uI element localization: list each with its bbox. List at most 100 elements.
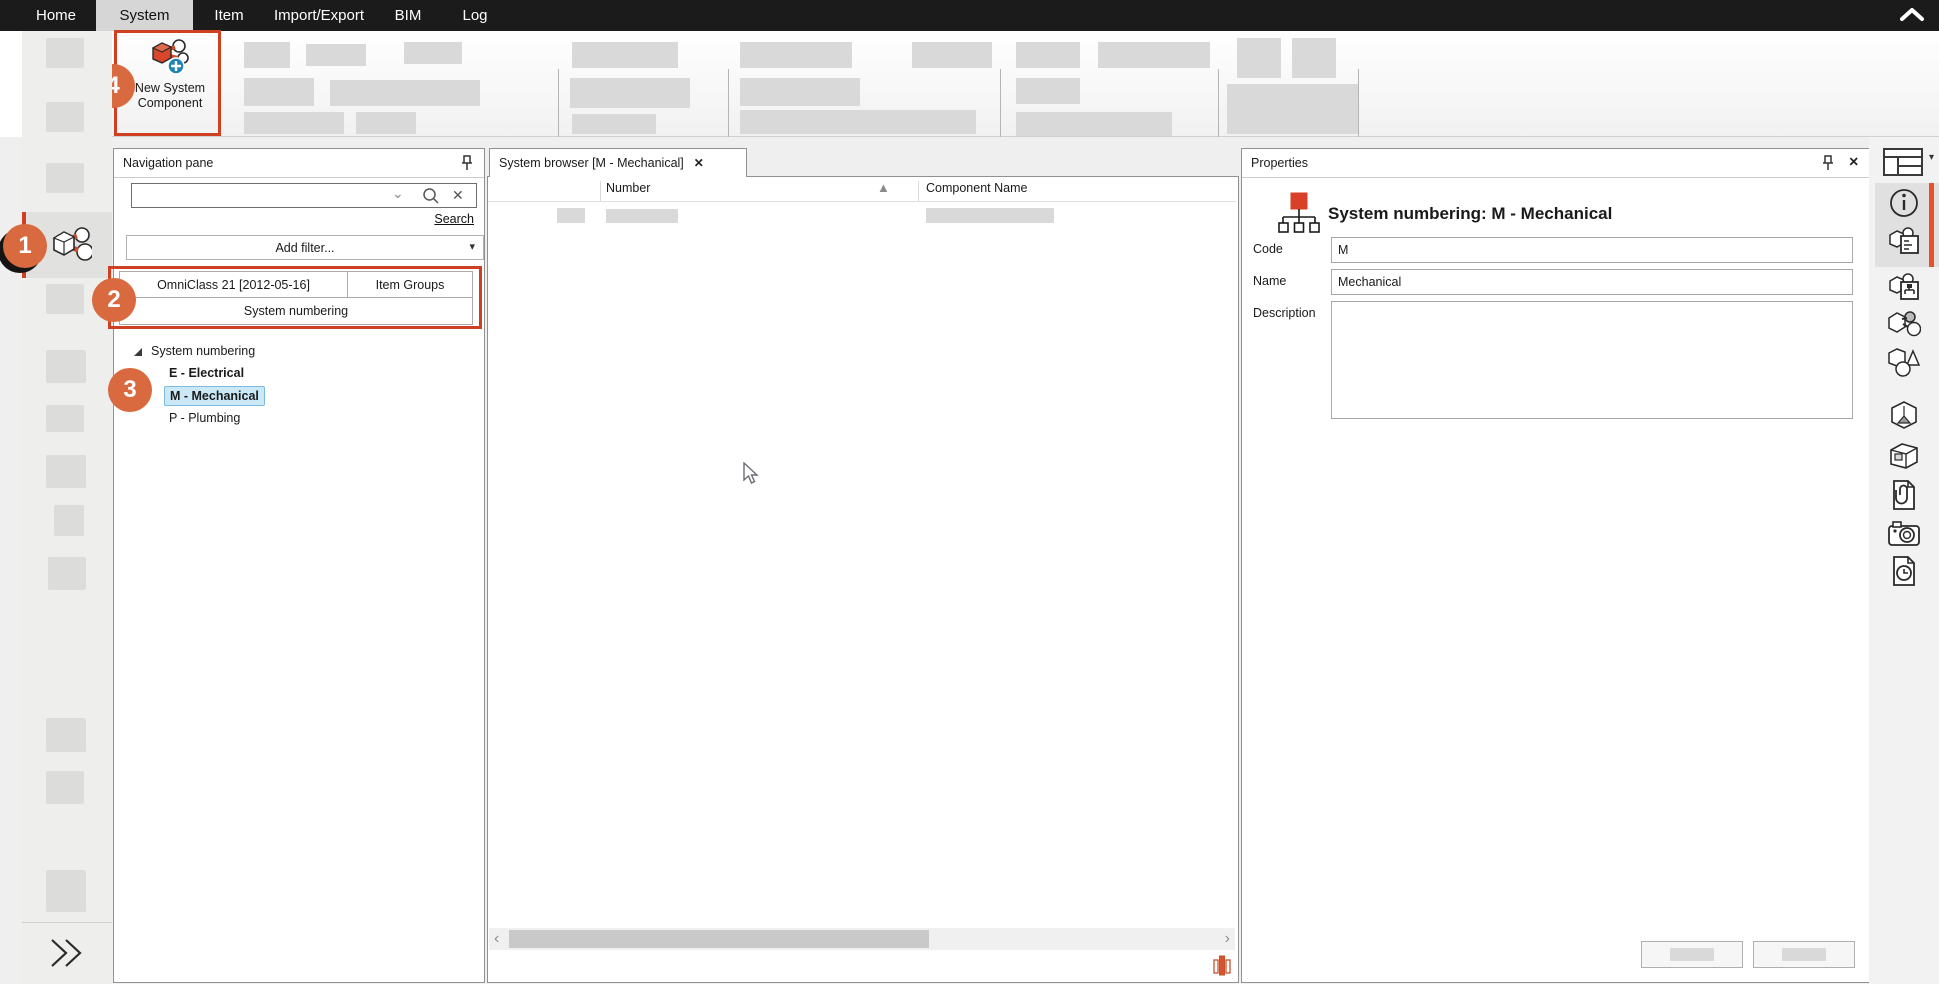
new-system-component-button[interactable]: New System Component xyxy=(120,33,220,133)
package-icon[interactable] xyxy=(1886,440,1922,472)
layout-selector-icon[interactable] xyxy=(1883,148,1923,176)
system-numbering-icon xyxy=(1278,191,1320,237)
tree-expander-icon[interactable] xyxy=(133,347,143,357)
properties-panel: Properties ✕ System numbering: M - Mecha… xyxy=(1241,148,1870,983)
sort-ascending-icon[interactable]: ▲ xyxy=(877,180,890,195)
left-sidebar xyxy=(22,31,112,984)
tree-root-system-numbering[interactable]: System numbering xyxy=(151,344,255,358)
close-panel-icon[interactable]: ✕ xyxy=(1849,154,1859,169)
menu-tab-log[interactable]: Log xyxy=(450,0,500,31)
annotation-tick xyxy=(22,265,26,278)
sidebar-placeholder xyxy=(46,163,84,193)
ribbon-placeholder xyxy=(330,80,480,106)
ribbon-placeholder xyxy=(1227,84,1358,134)
add-filter-label: Add filter... xyxy=(275,241,334,255)
ribbon-placeholder xyxy=(1016,112,1172,136)
sidebar-placeholder xyxy=(46,284,84,314)
column-header-number[interactable]: Number xyxy=(606,181,650,195)
ribbon-placeholder xyxy=(244,112,344,134)
chevron-down-icon[interactable]: ⌄ xyxy=(392,185,404,202)
application-window: Home System Item Import/Export BIM Log xyxy=(0,0,1939,984)
pin-icon[interactable] xyxy=(1821,155,1835,171)
system-browser-tab[interactable]: System browser [M - Mechanical] ✕ xyxy=(489,148,747,177)
description-field[interactable] xyxy=(1331,301,1853,419)
properties-header: Properties ✕ xyxy=(1242,149,1869,178)
scroll-left-icon[interactable]: ‹ xyxy=(494,931,499,947)
sidebar-placeholder xyxy=(46,718,86,752)
history-icon[interactable] xyxy=(1886,555,1922,587)
tree-item-electrical[interactable]: E - Electrical xyxy=(169,366,244,380)
horizontal-scrollbar[interactable]: ‹ › xyxy=(489,928,1235,950)
mouse-cursor xyxy=(742,462,762,486)
navigation-pane-title: Navigation pane xyxy=(123,156,213,170)
collapse-ribbon-icon[interactable] xyxy=(1897,6,1927,24)
snapshot-camera-icon[interactable] xyxy=(1886,517,1922,549)
ribbon-placeholder xyxy=(306,44,366,66)
action-button-placeholder[interactable] xyxy=(1753,941,1855,968)
attachment-icon[interactable] xyxy=(1886,479,1922,511)
clear-search-icon[interactable]: ✕ xyxy=(452,187,464,204)
component-list-icon[interactable] xyxy=(1886,225,1922,257)
ribbon-placeholder xyxy=(1098,42,1210,68)
name-field[interactable] xyxy=(1331,269,1853,295)
sidebar-item-systems-selected[interactable] xyxy=(22,212,112,278)
tree-item-plumbing[interactable]: P - Plumbing xyxy=(169,411,240,425)
ribbon-placeholder xyxy=(404,42,462,64)
info-icon[interactable] xyxy=(1886,187,1922,219)
column-header-component-name[interactable]: Component Name xyxy=(926,181,1027,195)
solid-geometry-icon[interactable] xyxy=(1886,399,1922,431)
system-components-icon[interactable] xyxy=(1886,307,1922,339)
sidebar-divider xyxy=(22,922,112,923)
action-button-placeholder[interactable] xyxy=(1641,941,1743,968)
filter-tab-item-groups[interactable]: Item Groups xyxy=(347,271,473,298)
button-label-placeholder xyxy=(1782,948,1826,961)
navigation-pane: Navigation pane ⌄ ✕ Search Add filter...… xyxy=(113,148,485,983)
scroll-right-icon[interactable]: › xyxy=(1225,931,1230,947)
ribbon-placeholder xyxy=(356,112,416,134)
annotation-tick xyxy=(22,212,26,225)
sidebar-placeholder xyxy=(46,38,84,68)
caret-down-icon[interactable]: ▾ xyxy=(1929,152,1934,163)
filter-tab-label: Item Groups xyxy=(376,278,445,292)
ribbon-placeholder xyxy=(912,42,992,68)
filter-tab-system-numbering[interactable]: System numbering xyxy=(119,297,473,325)
properties-object-title: System numbering: M - Mechanical xyxy=(1328,204,1612,224)
column-divider xyxy=(600,181,601,201)
ribbon-placeholder xyxy=(1016,42,1080,68)
scrollbar-thumb[interactable] xyxy=(509,930,929,948)
navigation-pane-header: Navigation pane xyxy=(114,149,484,178)
add-filter-button[interactable]: Add filter... ▾ xyxy=(126,235,484,260)
menu-bar: Home System Item Import/Export BIM Log xyxy=(0,0,1939,31)
sidebar-placeholder xyxy=(46,350,86,383)
filter-tab-omniclass[interactable]: OmniClass 21 [2012-05-16] xyxy=(119,271,348,298)
right-toolbar: ▾ xyxy=(1869,137,1939,984)
search-link[interactable]: Search xyxy=(434,212,474,226)
new-system-component-icon xyxy=(149,38,191,76)
field-label-name: Name xyxy=(1253,274,1286,288)
menu-tab-home[interactable]: Home xyxy=(25,0,87,31)
field-label-description: Description xyxy=(1253,306,1316,320)
pin-icon[interactable] xyxy=(460,155,474,171)
filter-tab-label: OmniClass 21 [2012-05-16] xyxy=(157,278,310,292)
ribbon-placeholder xyxy=(1292,38,1336,78)
filter-panel-icon[interactable] xyxy=(1213,955,1231,976)
menu-tab-item[interactable]: Item xyxy=(200,0,258,31)
close-tab-icon[interactable]: ✕ xyxy=(694,156,704,170)
filter-tab-label: System numbering xyxy=(244,304,348,318)
geometry-set-icon[interactable] xyxy=(1886,345,1922,377)
menu-tab-import-export[interactable]: Import/Export xyxy=(263,0,375,31)
component-structure-icon[interactable] xyxy=(1886,271,1922,303)
menu-tab-bim[interactable]: BIM xyxy=(383,0,433,31)
ribbon-placeholder xyxy=(572,114,656,134)
tree-item-mechanical-selected[interactable]: M - Mechanical xyxy=(164,386,265,406)
sidebar-placeholder xyxy=(46,102,84,132)
code-field[interactable] xyxy=(1331,237,1853,263)
ribbon-placeholder xyxy=(572,42,678,68)
sidebar-expand-button[interactable] xyxy=(46,935,90,971)
sidebar-placeholder xyxy=(46,771,84,804)
sidebar-placeholder xyxy=(54,505,84,536)
search-icon[interactable] xyxy=(422,187,440,205)
sidebar-placeholder xyxy=(46,455,86,488)
menu-tab-system[interactable]: System xyxy=(96,0,193,31)
ribbon-placeholder xyxy=(1016,78,1080,104)
